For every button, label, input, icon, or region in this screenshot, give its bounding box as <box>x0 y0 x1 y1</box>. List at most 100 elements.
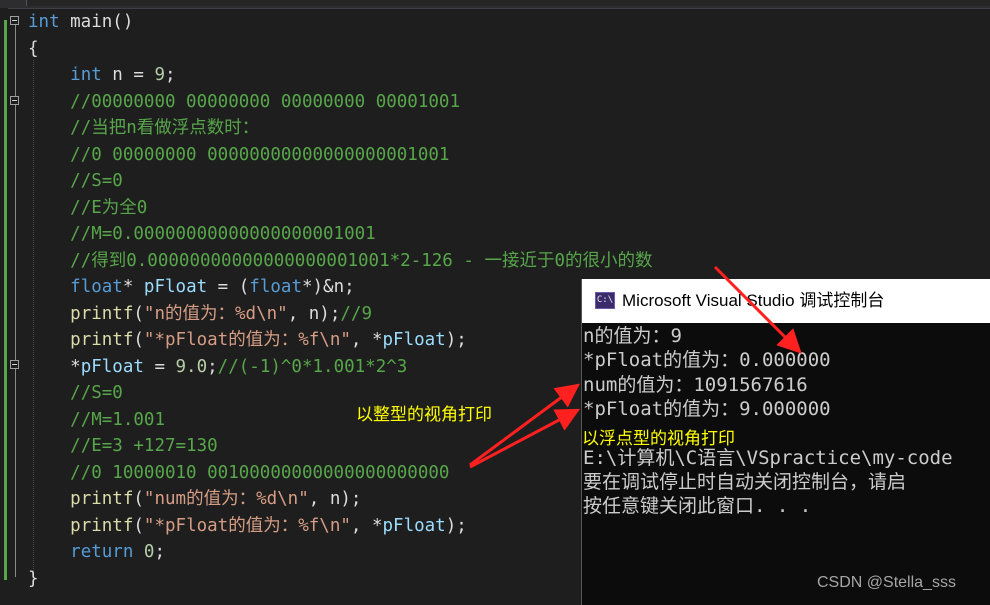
code-token: //(-1)^0*1.001*2^3 <box>217 356 408 377</box>
code-token: pFloat <box>80 356 144 377</box>
code-line[interactable]: } <box>28 566 39 592</box>
code-token: = ( <box>207 277 250 297</box>
collapse-main-icon[interactable] <box>10 16 19 25</box>
code-line[interactable]: int n = 9; <box>28 62 175 88</box>
code-token: int <box>28 12 60 32</box>
code-line[interactable]: //当把n看做浮点数时： <box>28 115 259 141</box>
code-token: ( <box>133 489 144 509</box>
code-token: //00000000 00000000 00000000 00001001 <box>70 91 460 112</box>
code-line[interactable]: int main() <box>28 9 133 35</box>
code-token: * <box>28 356 81 377</box>
code-token: *)&n; <box>301 277 355 297</box>
code-token: ); <box>445 515 467 536</box>
code-token: pFloat <box>382 330 446 350</box>
code-token: //S=0 <box>70 171 123 191</box>
code-token: } <box>28 568 39 589</box>
change-indicator-bar <box>4 20 7 580</box>
code-token: "*pFloat的值为：%f\n" <box>143 330 351 350</box>
code-line[interactable]: //0 10000010 00100000000000000000000 <box>28 460 449 486</box>
code-token: pFloat <box>143 277 208 297</box>
code-token: //得到0.00000000000000000001001*2-126 - 一接… <box>70 250 653 271</box>
code-line[interactable]: //0 00000000 00000000000000000001001 <box>28 142 449 168</box>
code-token: int <box>70 65 102 85</box>
console-line: *pFloat的值为：9.000000 <box>583 397 831 420</box>
code-token: ); <box>445 330 467 350</box>
code-token: 9.0 <box>175 356 208 377</box>
code-token: //E=3 +127=130 <box>70 436 218 456</box>
code-token: , n); <box>287 303 341 324</box>
code-token: , * <box>350 515 383 536</box>
code-line[interactable]: printf("*pFloat的值为：%f\n", *pFloat); <box>28 513 467 539</box>
code-token: 0 <box>143 542 155 562</box>
arrow-to-num-output <box>469 383 580 467</box>
code-token: pFloat <box>382 515 446 536</box>
code-token: { <box>28 38 39 59</box>
collapse-comment-block-1-icon[interactable] <box>10 96 19 105</box>
code-token: printf <box>70 330 134 350</box>
console-title-bar[interactable]: C:\ Microsoft Visual Studio 调试控制台 <box>582 279 990 323</box>
code-line[interactable]: //S=0 <box>28 380 123 406</box>
console-line: *pFloat的值为：0.000000 <box>583 349 831 372</box>
code-token: float <box>70 277 123 297</box>
console-line: num的值为：1091567616 <box>583 373 808 396</box>
code-token: "num的值为：%d\n" <box>143 489 309 509</box>
editor-tab-strip <box>26 0 990 6</box>
code-token: main() <box>59 12 134 32</box>
code-line[interactable]: //S=0 <box>28 168 123 194</box>
code-line[interactable]: //得到0.00000000000000000001001*2-126 - 一接… <box>28 248 652 274</box>
code-line[interactable]: { <box>28 36 39 62</box>
code-token: ( <box>133 330 144 350</box>
console-line: 按任意键关闭此窗口. . . <box>583 495 812 518</box>
code-token: printf <box>70 303 134 324</box>
console-line: E:\计算机\C语言\VSpractice\my-code <box>583 446 953 469</box>
code-line[interactable]: float* pFloat = (float*)&n; <box>28 274 355 300</box>
code-token: float <box>249 277 302 297</box>
code-line[interactable]: printf("n的值为：%d\n", n);//9 <box>28 301 372 327</box>
code-line[interactable]: printf("*pFloat的值为：%f\n", *pFloat); <box>28 327 467 353</box>
code-line[interactable]: return 0; <box>28 539 165 565</box>
annotation-float-view: 以浮点型的视角打印 <box>582 429 735 448</box>
code-token: //当把n看做浮点数时： <box>70 118 260 138</box>
code-token: return <box>70 542 134 562</box>
code-token: //M=1.001 <box>70 409 165 430</box>
code-token: ( <box>133 303 144 324</box>
code-token: //S=0 <box>70 383 123 403</box>
code-token: printf <box>70 515 134 536</box>
console-app-icon: C:\ <box>595 292 615 309</box>
editor-tab-bar <box>0 0 990 9</box>
code-line[interactable]: //00000000 00000000 00000000 00001001 <box>28 89 460 115</box>
code-line[interactable]: //E为全0 <box>28 195 147 221</box>
code-token: printf <box>70 489 134 509</box>
code-token: * <box>122 277 144 297</box>
code-line[interactable]: printf("num的值为：%d\n", n); <box>28 486 361 512</box>
code-line[interactable]: //M=0.00000000000000000001001 <box>28 221 376 247</box>
code-token: "*pFloat的值为：%f\n" <box>143 515 351 536</box>
console-line: n的值为：9 <box>583 325 682 347</box>
code-token: ; <box>207 356 218 377</box>
code-line[interactable]: //M=1.001 <box>28 407 165 433</box>
code-token: //0 00000000 00000000000000000001001 <box>70 144 450 165</box>
collapse-comment-block-2-icon[interactable] <box>10 360 19 369</box>
code-token: = <box>143 356 176 377</box>
code-token: //9 <box>340 303 372 324</box>
code-token: ; <box>154 542 166 562</box>
code-token: ( <box>133 515 144 536</box>
code-line[interactable]: *pFloat = 9.0;//(-1)^0*1.001*2^3 <box>28 354 407 380</box>
code-line[interactable]: //E=3 +127=130 <box>28 433 218 459</box>
